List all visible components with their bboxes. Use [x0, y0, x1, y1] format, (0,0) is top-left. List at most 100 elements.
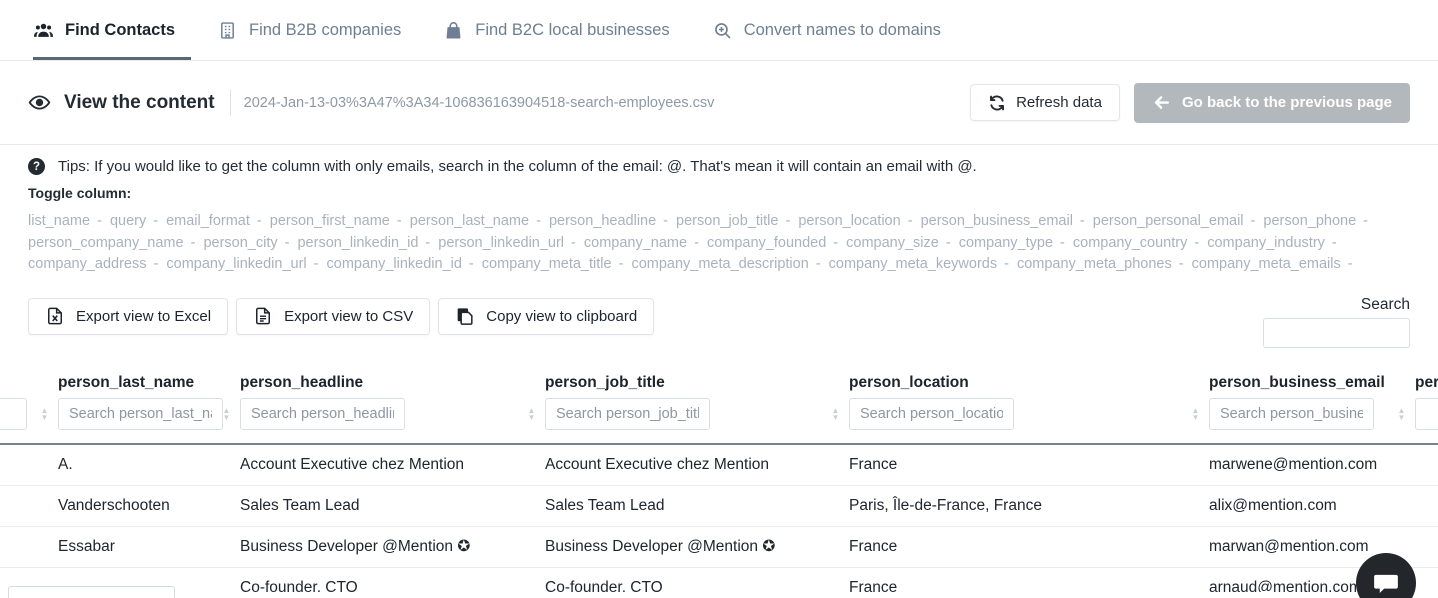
refresh-data-button[interactable]: Refresh data [970, 84, 1120, 121]
toggle-column-link[interactable]: email_format- [166, 213, 266, 229]
separator: - [571, 235, 576, 251]
column-filter-input[interactable] [1415, 398, 1438, 430]
toggle-column-link[interactable]: company_type- [959, 235, 1069, 251]
toggle-column-link[interactable]: company_meta_description- [631, 256, 824, 272]
toggle-column-link[interactable]: list_name- [28, 213, 106, 229]
toggle-column-link[interactable]: company_meta_phones- [1017, 256, 1188, 272]
column-filter-input[interactable] [0, 398, 27, 430]
separator: - [153, 213, 158, 229]
tab-convert-names-to-domains[interactable]: Convert names to domains [712, 0, 945, 60]
table-cell: Account Executive chez Mention [520, 456, 824, 474]
zoom-in-icon [712, 20, 733, 41]
toggle-column-link[interactable]: person_business_email- [921, 213, 1089, 229]
table-row: A. Account Executive chez Mention Accoun… [0, 445, 1438, 486]
toggle-column-link[interactable]: company_meta_keywords- [829, 256, 1013, 272]
search-label: Search [1361, 296, 1410, 314]
toggle-column-link[interactable]: company_address- [28, 256, 162, 272]
toggle-column-link[interactable]: company_country- [1073, 235, 1203, 251]
column-title: person_job_title [545, 374, 824, 393]
table-cell: Essabar [33, 538, 215, 556]
go-back-button[interactable]: Go back to the previous page [1134, 83, 1410, 123]
sort-arrows-icon[interactable]: ▲▼ [525, 407, 538, 421]
toggle-column-link[interactable]: person_city- [203, 235, 293, 251]
toggle-column-link[interactable]: company_meta_emails- [1192, 256, 1357, 272]
table-cell: Co-founder, CTO [520, 579, 824, 592]
separator: - [1194, 235, 1199, 251]
people-icon [33, 20, 54, 41]
refresh-label: Refresh data [1016, 94, 1102, 111]
separator: - [425, 235, 430, 251]
global-search-input[interactable] [1263, 318, 1410, 348]
separator: - [469, 256, 474, 272]
tab-find-contacts[interactable]: Find Contacts [33, 0, 179, 60]
export-excel-button[interactable]: Export view to Excel [28, 298, 228, 335]
table-cell: Sales Team Lead [215, 497, 520, 515]
question-mark-icon: ? [28, 158, 45, 175]
table-cell: A. [33, 456, 215, 474]
header-buttons: Refresh data Go back to the previous pag… [970, 83, 1410, 123]
sort-arrows-icon[interactable]: ▲▼ [1189, 407, 1202, 421]
toggle-column-link[interactable]: person_personal_email- [1093, 213, 1260, 229]
column-title: person_business_email [1209, 374, 1390, 393]
column-title: person_headline [240, 374, 520, 393]
toggle-column-link[interactable]: company_meta_title- [482, 256, 628, 272]
toggle-column-link[interactable]: person_phone- [1263, 213, 1372, 229]
column-filter-input[interactable] [545, 398, 710, 430]
tab-find-b2b-companies[interactable]: Find B2B companies [217, 0, 405, 60]
column-header-person_personal_email: person_personal_email ▲▼ [1390, 374, 1438, 430]
separator: - [257, 213, 262, 229]
toggle-column-link[interactable]: company_industry- [1207, 235, 1341, 251]
sort-arrows-icon[interactable]: ▲▼ [220, 407, 233, 421]
tab-label: Find B2C local businesses [475, 21, 669, 40]
separator: - [397, 213, 402, 229]
column-filter-input[interactable] [240, 398, 405, 430]
tab-label: Find B2B companies [249, 21, 401, 40]
toggle-column-link[interactable]: company_founded- [707, 235, 842, 251]
go-back-label: Go back to the previous page [1182, 94, 1392, 111]
table-row: Vanderschooten Sales Team Lead Sales Tea… [0, 486, 1438, 527]
toggle-column-link[interactable]: person_company_name- [28, 235, 199, 251]
column-filter-input[interactable] [1209, 398, 1374, 430]
sort-arrows-icon[interactable]: ▲▼ [38, 407, 51, 421]
export-csv-button[interactable]: Export view to CSV [236, 298, 430, 335]
column-header-person_last_name: person_last_name ▲▼ [33, 374, 215, 430]
toggle-column-link[interactable]: company_linkedin_id- [327, 256, 478, 272]
copy-to-clipboard-button[interactable]: Copy view to clipboard [438, 298, 654, 335]
separator: - [1080, 213, 1085, 229]
data-table-viewport: ▲▼ person_last_name ▲▼ person_headline ▲… [0, 364, 1438, 592]
separator: - [1004, 256, 1009, 272]
toggle-column-link[interactable]: company_linkedin_url- [166, 256, 322, 272]
column-header-person_headline: person_headline ▲▼ [215, 374, 520, 430]
toggle-column-link[interactable]: company_size- [846, 235, 955, 251]
table-cell: France [824, 456, 1184, 474]
table-row: Co-founder, CTO Co-founder, CTO France a… [0, 568, 1438, 592]
toggle-column-link[interactable]: person_last_name- [410, 213, 545, 229]
toggle-column-link[interactable]: query- [110, 213, 162, 229]
tab-find-b2c-local-businesses[interactable]: Find B2C local businesses [443, 0, 673, 60]
toggle-column-link[interactable]: company_name- [584, 235, 703, 251]
toggle-column-link[interactable]: person_job_title- [676, 213, 794, 229]
global-search: Search [1263, 296, 1410, 348]
separator: - [1332, 235, 1337, 251]
toggle-column-link[interactable]: person_headline- [549, 213, 672, 229]
toggle-column-link[interactable]: person_location- [798, 213, 916, 229]
separator: - [1179, 256, 1184, 272]
tab-label: Convert names to domains [744, 21, 941, 40]
copy-to-clipboard-label: Copy view to clipboard [486, 308, 637, 325]
separator: - [191, 235, 196, 251]
column-filter-input[interactable] [58, 398, 223, 430]
column-filter-input[interactable] [849, 398, 1014, 430]
separator: - [785, 213, 790, 229]
toggle-column-link[interactable]: person_first_name- [270, 213, 406, 229]
toggle-column-link[interactable]: person_linkedin_url- [438, 235, 580, 251]
sort-arrows-icon[interactable]: ▲▼ [1395, 407, 1408, 421]
divider [230, 90, 231, 116]
toolbar: Export view to Excel Export view to CSV … [28, 298, 1410, 348]
sort-arrows-icon[interactable]: ▲▼ [829, 407, 842, 421]
separator: - [536, 213, 541, 229]
column-title [0, 374, 33, 393]
separator: - [619, 256, 624, 272]
toggle-column-link[interactable]: person_linkedin_id- [297, 235, 434, 251]
table-body: A. Account Executive chez Mention Accoun… [0, 443, 1438, 592]
table-row: Essabar Business Developer @Mention ✪ Bu… [0, 527, 1438, 568]
